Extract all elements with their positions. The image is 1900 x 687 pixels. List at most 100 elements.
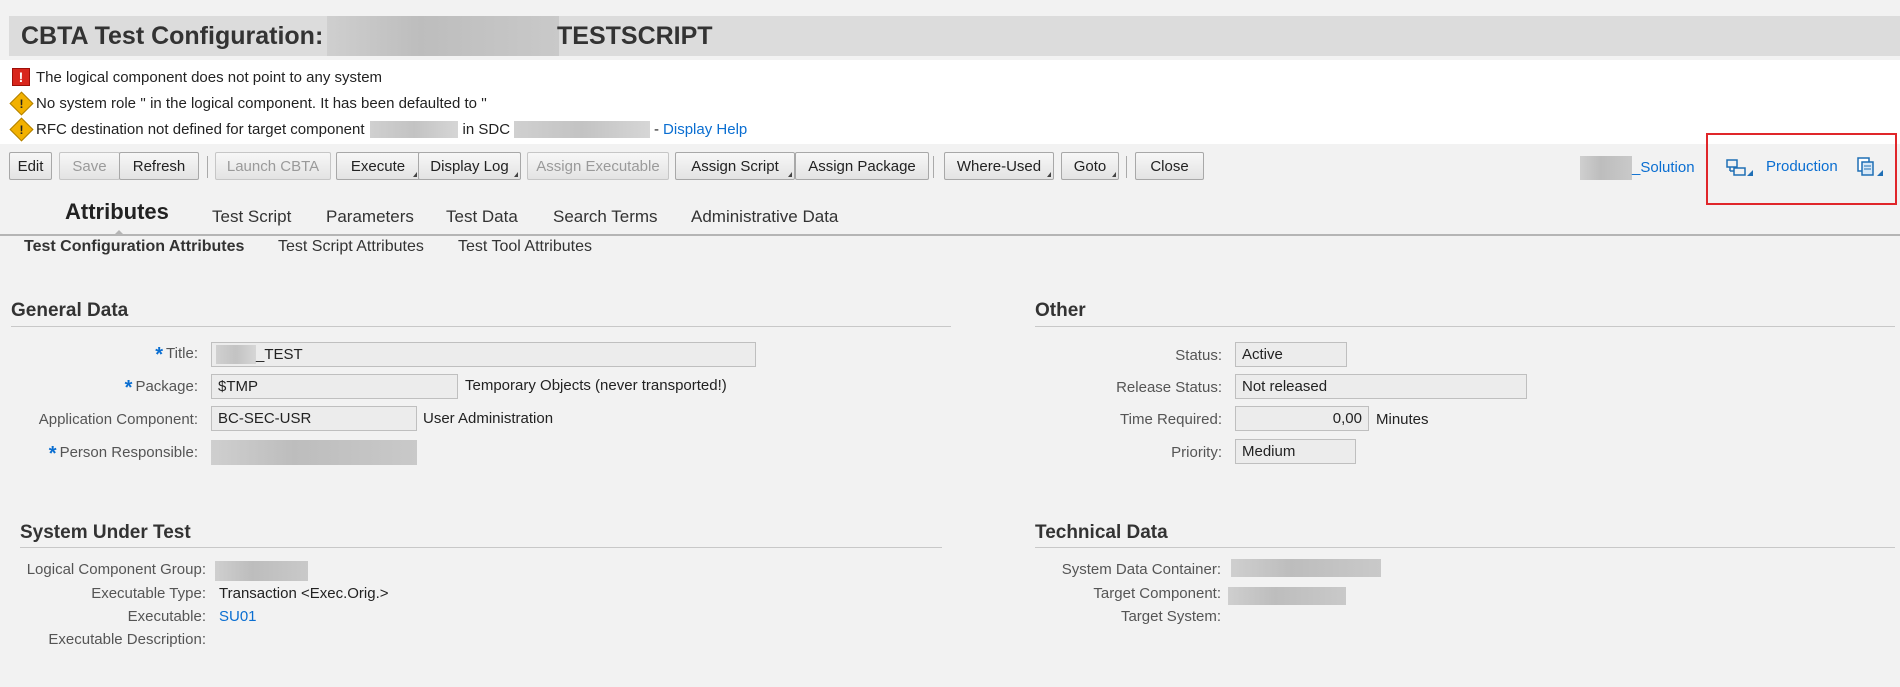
warning-icon: ! [8, 90, 34, 116]
release-status-label: Release Status: [1116, 379, 1222, 396]
message-text: No system role '' in the logical compone… [36, 94, 487, 112]
active-tab-indicator [113, 230, 125, 236]
cbta-test-configuration-screen: CBTA Test Configuration: TESTSCRIPT ! Th… [0, 0, 1900, 687]
page-title-suffix: TESTSCRIPT [557, 22, 713, 50]
assign-script-label: Assign Script [691, 157, 779, 175]
application-component-description: User Administration [423, 410, 554, 427]
assign-script-menu-button[interactable]: Assign Script [675, 152, 795, 180]
technical-data-heading: Technical Data [1035, 522, 1168, 543]
subtab-test-configuration-attributes[interactable]: Test Configuration Attributes [24, 238, 244, 256]
goto-label: Goto [1073, 157, 1107, 175]
dropdown-arrow-icon [514, 172, 518, 177]
redacted-title-prefix [216, 345, 256, 364]
solution-link[interactable]: _Solution [1632, 159, 1695, 176]
executable-link[interactable]: SU01 [219, 608, 257, 625]
package-description: Temporary Objects (never transported!) [465, 377, 727, 394]
close-button[interactable]: Close [1135, 152, 1204, 180]
toolbar-separator [933, 156, 934, 178]
save-button[interactable]: Save [59, 152, 120, 180]
title-value: _TEST [256, 346, 303, 363]
toolbar-separator [1126, 156, 1127, 178]
application-component-label: Application Component: [38, 411, 198, 428]
redacted-system-data-container [1231, 559, 1381, 577]
display-log-menu-button[interactable]: Display Log [418, 152, 521, 180]
package-label-text: Package: [135, 378, 198, 395]
required-icon: * [155, 344, 164, 366]
subtab-test-script-attributes[interactable]: Test Script Attributes [278, 238, 424, 256]
section-divider [20, 547, 942, 548]
package-field[interactable]: $TMP [211, 374, 458, 399]
time-unit: Minutes [1376, 411, 1429, 428]
message-text: The logical component does not point to … [36, 68, 383, 86]
display-log-label: Display Log [430, 157, 509, 175]
system-under-test-heading: System Under Test [20, 522, 191, 543]
tab-administrative-data[interactable]: Administrative Data [691, 207, 838, 227]
application-component-field[interactable]: BC-SEC-USR [211, 406, 417, 431]
redacted-title-block [327, 16, 559, 56]
release-status-field[interactable]: Not released [1235, 374, 1527, 399]
title-label-text: Title: [166, 345, 198, 362]
message-text: RFC destination not defined for target c… [36, 120, 365, 138]
executable-type-label: Executable Type: [91, 585, 206, 602]
dropdown-arrow-icon [1047, 172, 1051, 177]
executable-label: Executable: [127, 608, 206, 625]
logical-component-group-label: Logical Component Group: [26, 561, 206, 578]
target-system-label: Target System: [1120, 608, 1221, 625]
time-required-field[interactable]: 0,00 [1235, 406, 1369, 431]
title-bar: CBTA Test Configuration: TESTSCRIPT [9, 16, 1900, 56]
message-warning: ! No system role '' in the logical compo… [8, 90, 487, 116]
message-text: in SDC [462, 120, 511, 138]
highlight-box [1706, 133, 1897, 205]
where-used-label: Where-Used [956, 157, 1042, 175]
execute-label: Execute [350, 157, 406, 175]
person-responsible-label: * Person Responsible: [49, 443, 198, 466]
assign-package-button[interactable]: Assign Package [795, 152, 929, 180]
time-required-label: Time Required: [1120, 411, 1222, 428]
required-icon: * [124, 377, 133, 399]
dropdown-arrow-icon [788, 172, 792, 177]
message-error: ! The logical component does not point t… [10, 66, 382, 88]
status-label: Status: [1175, 347, 1222, 364]
message-warning: ! RFC destination not defined for target… [8, 116, 747, 142]
general-data-heading: General Data [11, 300, 129, 321]
section-divider [11, 326, 951, 327]
subtab-test-tool-attributes[interactable]: Test Tool Attributes [458, 238, 592, 256]
redacted-component [369, 120, 458, 138]
edit-button[interactable]: Edit [9, 152, 52, 180]
refresh-button[interactable]: Refresh [119, 152, 199, 180]
title-label: * Title: [155, 344, 198, 367]
assign-executable-button[interactable]: Assign Executable [527, 152, 669, 180]
page-title-prefix: CBTA Test Configuration: [21, 22, 324, 50]
execute-menu-button[interactable]: Execute [336, 152, 420, 180]
dropdown-arrow-icon [1112, 172, 1116, 177]
redacted-person-responsible[interactable] [211, 440, 417, 465]
target-component-label: Target Component: [1093, 585, 1221, 602]
message-text: - [654, 120, 660, 138]
tab-test-script[interactable]: Test Script [212, 207, 291, 227]
executable-description-label: Executable Description: [48, 631, 206, 648]
tab-parameters[interactable]: Parameters [326, 207, 414, 227]
tab-test-data[interactable]: Test Data [446, 207, 518, 227]
system-data-container-label: System Data Container: [1061, 561, 1221, 578]
title-field[interactable]: _TEST [211, 342, 756, 367]
redacted-sdc [514, 120, 651, 138]
display-help-link[interactable]: Display Help [663, 121, 747, 138]
message-area: ! The logical component does not point t… [0, 60, 1900, 144]
warning-icon: ! [8, 116, 34, 142]
package-label: * Package: [125, 377, 198, 400]
section-divider [1035, 326, 1895, 327]
required-icon: * [48, 443, 57, 465]
tab-attributes[interactable]: Attributes [65, 199, 169, 225]
status-field[interactable]: Active [1235, 342, 1347, 367]
goto-menu-button[interactable]: Goto [1061, 152, 1119, 180]
other-heading: Other [1035, 300, 1086, 321]
redacted-target-component [1228, 587, 1346, 605]
priority-field[interactable]: Medium [1235, 439, 1356, 464]
tab-search-terms[interactable]: Search Terms [553, 207, 658, 227]
executable-type-value: Transaction <Exec.Orig.> [219, 585, 389, 602]
redacted-solution-prefix [1580, 156, 1632, 180]
launch-cbta-button[interactable]: Launch CBTA [215, 152, 331, 180]
redacted-logical-component-group [215, 561, 308, 581]
where-used-menu-button[interactable]: Where-Used [944, 152, 1054, 180]
toolbar-separator [207, 156, 208, 178]
